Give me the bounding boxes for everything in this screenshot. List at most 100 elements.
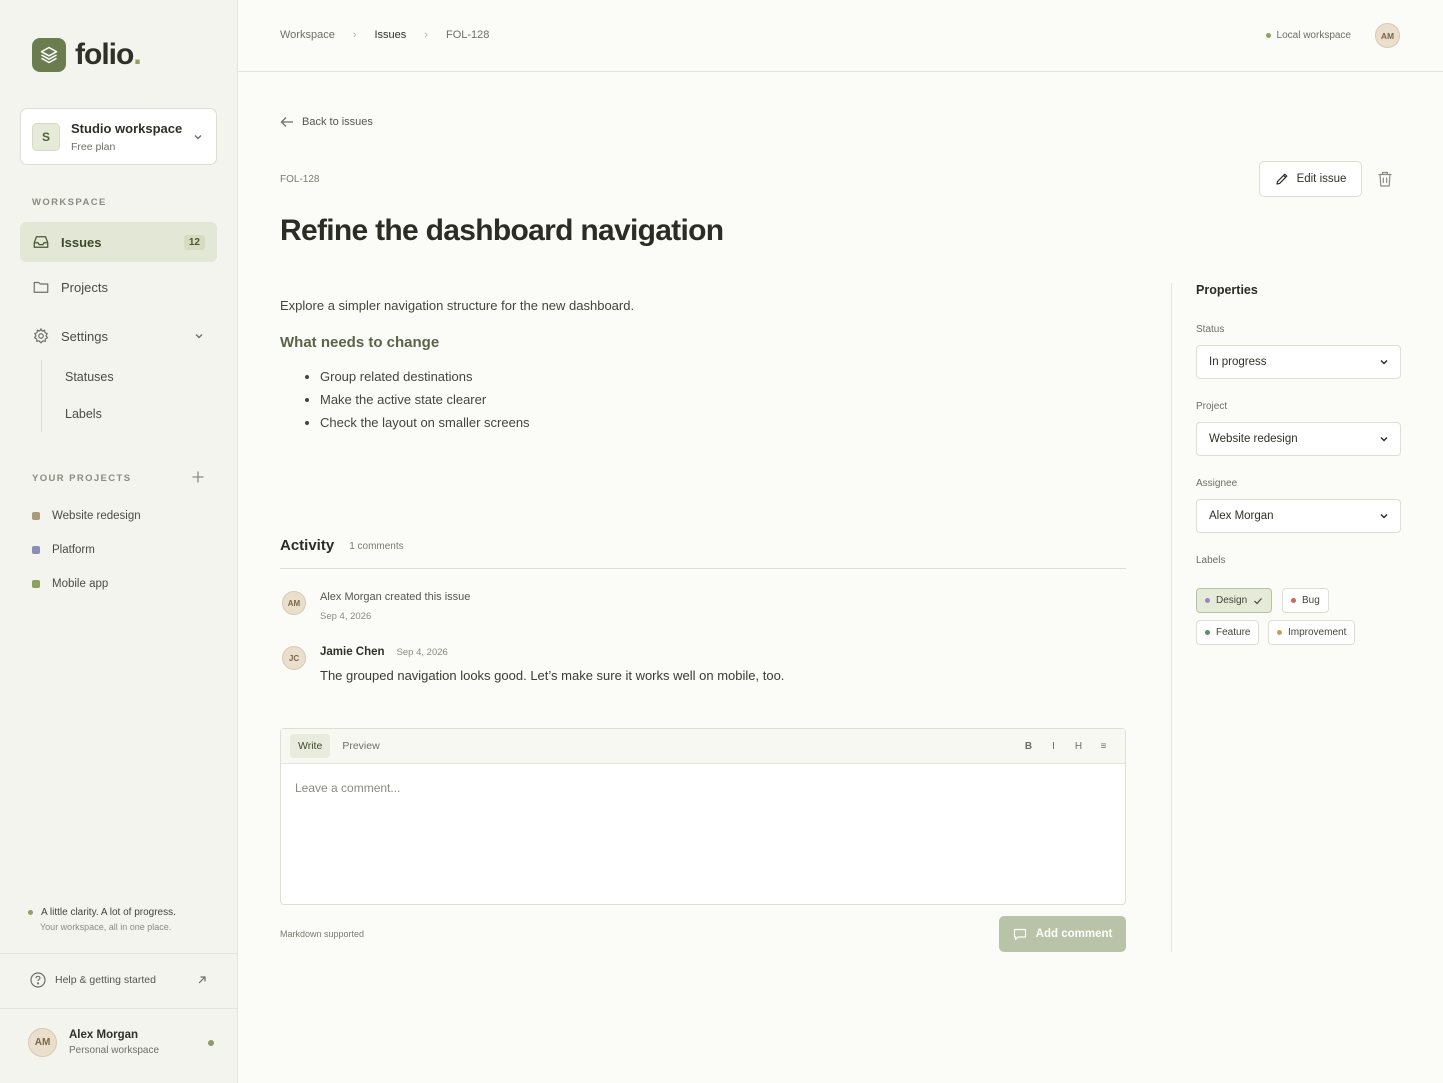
breadcrumb-issues[interactable]: Issues — [375, 29, 407, 41]
check-icon — [1254, 597, 1263, 604]
description-list: Group related destinations Make the acti… — [320, 369, 1120, 430]
sidebar-tagline: A little clarity. A lot of progress. You… — [28, 907, 176, 932]
assignee-select[interactable]: Alex Morgan — [1196, 499, 1401, 533]
user-subtitle: Personal workspace — [69, 1045, 160, 1056]
issues-count-badge: 12 — [183, 234, 205, 250]
avatar: AM — [282, 591, 306, 615]
tab-write[interactable]: Write — [290, 734, 331, 758]
project-select[interactable]: Website redesign — [1196, 422, 1401, 456]
edit-issue-button[interactable]: Edit issue — [1259, 161, 1362, 197]
chevron-down-icon — [195, 334, 203, 339]
list-item: Make the active state clearer — [320, 392, 1120, 407]
comment-item: JC Jamie Chen Sep 4, 2026 The grouped na… — [282, 646, 784, 683]
editor-toolbar: Write Preview B I H ≡ — [281, 729, 1125, 764]
sidebar-item-labels[interactable]: Labels — [65, 407, 102, 421]
label-color-dot — [1291, 598, 1296, 603]
layers-icon — [32, 38, 66, 72]
project-color-dot — [32, 580, 40, 588]
chevron-down-icon — [194, 134, 202, 139]
comment-input[interactable] — [281, 764, 1125, 904]
comment-author: Jamie Chen — [320, 646, 385, 658]
breadcrumb: Workspace › Issues › FOL-128 — [280, 29, 489, 41]
status-select[interactable]: In progress — [1196, 345, 1401, 379]
labels-label: Labels — [1196, 555, 1226, 566]
assignee-label: Assignee — [1196, 478, 1238, 489]
assignee-value: Alex Morgan — [1209, 510, 1274, 522]
user-profile[interactable]: AM Alex Morgan Personal workspace — [28, 1028, 214, 1057]
help-label: Help & getting started — [55, 974, 156, 986]
tagline-subtext: Your workspace, all in one place. — [40, 922, 172, 932]
comment-text: The grouped navigation looks good. Let’s… — [320, 668, 785, 683]
projects-section-label: YOUR PROJECTS — [32, 473, 132, 484]
help-icon — [30, 972, 46, 988]
status-label: Status — [1196, 324, 1225, 335]
project-label: Project — [1196, 401, 1228, 412]
label-color-dot — [1205, 630, 1210, 635]
description-text: Explore a simpler navigation structure f… — [280, 298, 635, 313]
workspace-section-label: WORKSPACE — [32, 197, 107, 208]
project-name: Website redesign — [52, 510, 141, 522]
local-workspace-indicator: Local workspace — [1265, 30, 1351, 41]
breadcrumb-workspace[interactable]: Workspace — [280, 29, 335, 41]
label-chip-improvement[interactable]: Improvement — [1268, 620, 1356, 645]
add-comment-button[interactable]: Add comment — [999, 916, 1126, 952]
app-logo[interactable]: folio. — [32, 38, 142, 72]
workspace-plan: Free plan — [71, 140, 116, 153]
heading-button[interactable]: H — [1066, 741, 1091, 752]
user-name: Alex Morgan — [69, 1029, 139, 1041]
avatar: AM — [28, 1028, 57, 1057]
back-to-issues-link[interactable]: Back to issues — [280, 116, 373, 128]
workspace-switcher[interactable]: S Studio workspace Free plan — [20, 108, 217, 165]
sidebar-item-statuses[interactable]: Statuses — [65, 370, 114, 384]
project-item-platform[interactable]: Platform — [32, 544, 95, 556]
local-workspace-label: Local workspace — [1276, 30, 1351, 41]
list-button[interactable]: ≡ — [1091, 741, 1116, 752]
sidebar-divider — [0, 953, 237, 954]
workspace-name: Studio workspace — [71, 120, 183, 136]
breadcrumb-current: FOL-128 — [445, 29, 490, 41]
bold-button[interactable]: B — [1016, 741, 1041, 752]
activity-title: Activity — [280, 537, 335, 554]
sidebar-item-label: Issues — [61, 234, 102, 250]
project-name: Platform — [52, 544, 95, 556]
label-chip-bug[interactable]: Bug — [1282, 588, 1329, 613]
tab-preview[interactable]: Preview — [334, 734, 387, 758]
sidebar-item-settings[interactable]: Settings — [20, 316, 217, 356]
label-name: Bug — [1302, 595, 1320, 606]
help-link[interactable]: Help & getting started — [20, 968, 217, 992]
trash-icon[interactable] — [1376, 170, 1394, 188]
sidebar-item-issues[interactable]: Issues 12 — [20, 222, 217, 262]
tagline-text: A little clarity. A lot of progress. — [41, 907, 176, 918]
list-item: Check the layout on smaller screens — [320, 415, 1120, 430]
project-item-mobile-app[interactable]: Mobile app — [32, 578, 108, 590]
status-dot — [1265, 33, 1271, 38]
add-project-icon[interactable] — [191, 470, 205, 484]
online-status-dot — [208, 1039, 214, 1046]
label-chip-feature[interactable]: Feature — [1196, 620, 1260, 645]
activity-event-date: Sep 4, 2026 — [320, 611, 372, 622]
avatar[interactable]: AM — [1375, 23, 1400, 48]
italic-button[interactable]: I — [1041, 741, 1066, 752]
markdown-note: Markdown supported — [280, 929, 365, 939]
settings-subnav: Statuses Labels — [41, 360, 114, 432]
status-value: In progress — [1209, 356, 1267, 368]
external-arrow-icon — [198, 976, 206, 984]
gear-icon — [32, 327, 50, 345]
label-color-dot — [1277, 630, 1282, 635]
comment-count: 1 comments — [349, 541, 404, 552]
project-item-website-redesign[interactable]: Website redesign — [32, 510, 141, 522]
activity-created-event: AM Alex Morgan created this issue Sep 4,… — [282, 591, 470, 622]
chevron-down-icon — [1380, 436, 1388, 442]
comment-editor: Write Preview B I H ≡ — [280, 728, 1126, 905]
label-name: Design — [1216, 595, 1248, 606]
sidebar-divider — [0, 1008, 237, 1009]
project-value: Website redesign — [1209, 433, 1298, 445]
logo-text: folio. — [75, 38, 142, 71]
sidebar-item-label: Settings — [61, 328, 108, 344]
chevron-down-icon — [1380, 513, 1388, 519]
add-comment-label: Add comment — [1035, 928, 1113, 940]
sidebar-item-projects[interactable]: Projects — [20, 267, 217, 307]
sidebar-item-label: Projects — [61, 279, 108, 295]
page-title: Refine the dashboard navigation — [280, 214, 724, 247]
label-chip-design[interactable]: Design — [1196, 588, 1273, 613]
